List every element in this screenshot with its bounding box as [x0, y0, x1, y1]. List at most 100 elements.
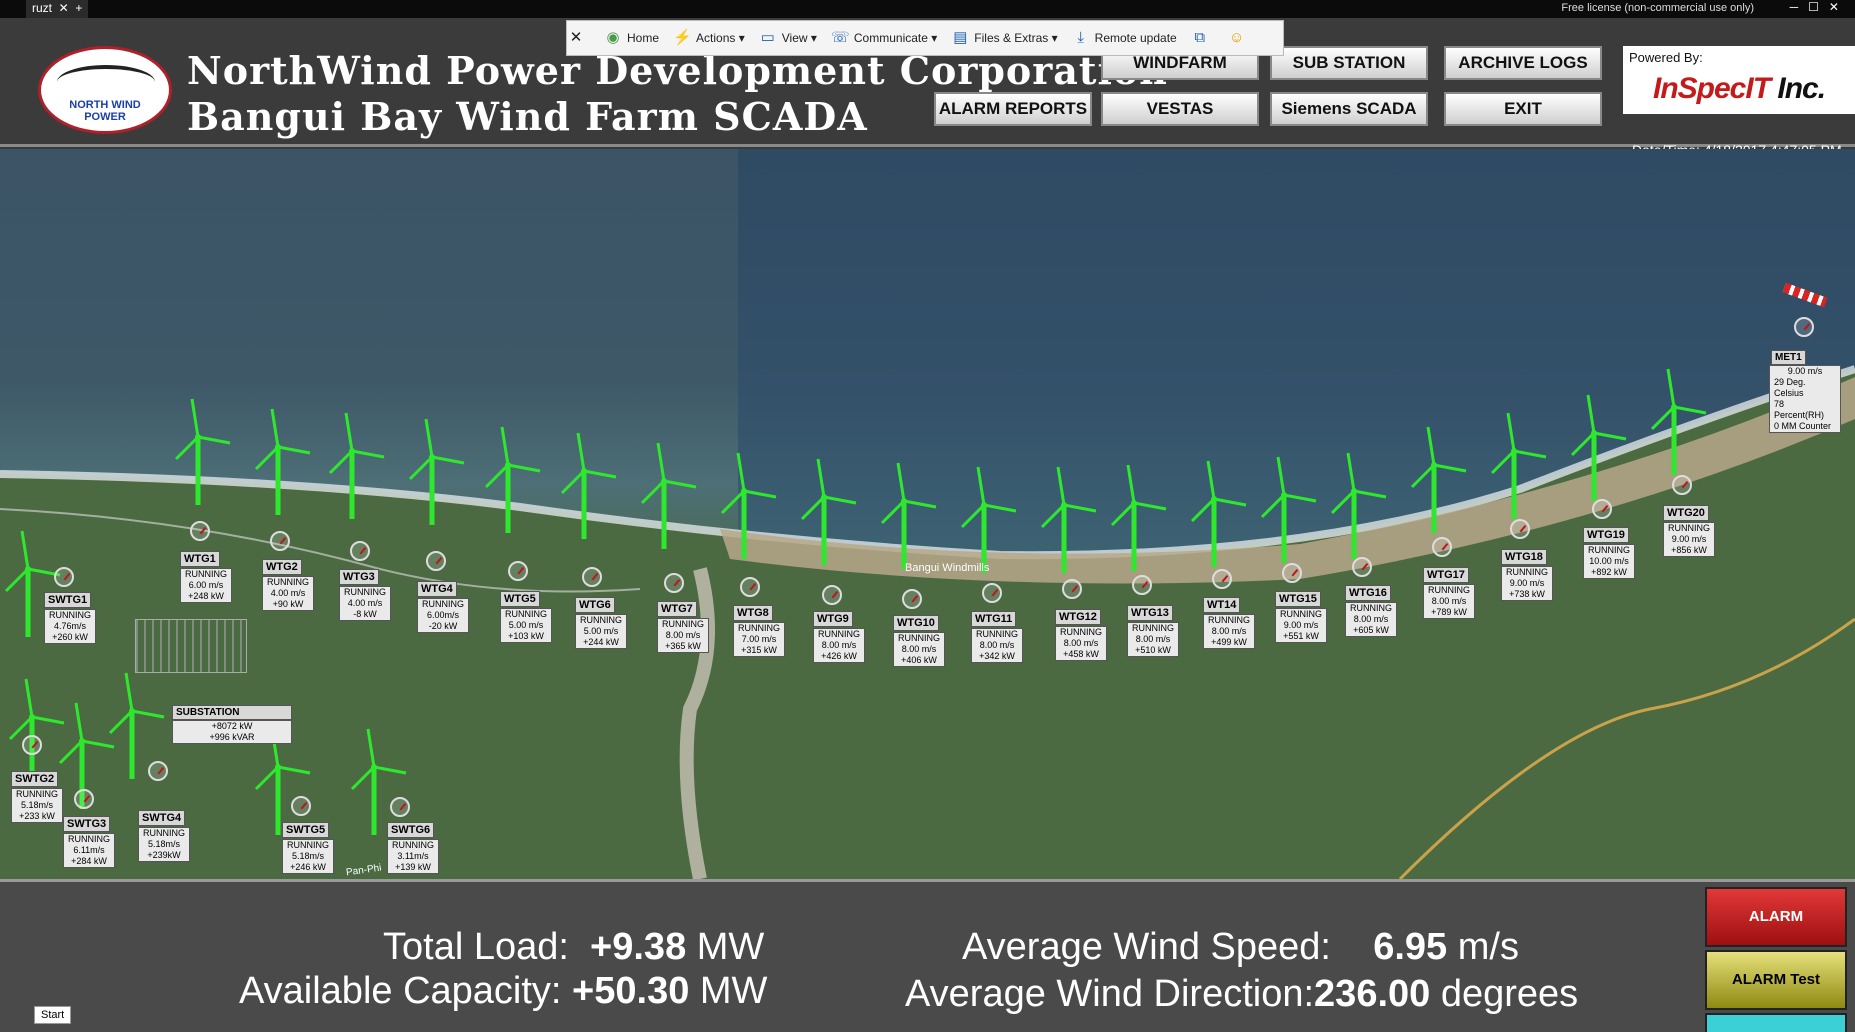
turbine-values: RUNNING 7.00 m/s +315 kW	[733, 622, 785, 657]
swtg1-direction-icon	[54, 567, 74, 587]
turbine-status: RUNNING	[49, 610, 91, 620]
toolbar-close[interactable]: ✕	[567, 29, 590, 47]
session-tab[interactable]: ruzt ✕ +	[26, 0, 89, 18]
turbine-status: RUNNING	[392, 840, 434, 850]
turbine-speed: 8.00 m/s	[1135, 634, 1171, 644]
exit-button[interactable]: EXIT	[1444, 92, 1602, 126]
wtg1-direction-icon	[190, 521, 210, 541]
toolbar-files[interactable]: ▤ Files & Extras ▾	[951, 29, 1057, 47]
wtg4-turbine-icon	[408, 418, 465, 525]
turbine-values: RUNNING 8.00 m/s +365 kW	[657, 618, 709, 653]
turbine-values: RUNNING 9.00 m/s +738 kW	[1501, 566, 1553, 601]
toolbar-communicate[interactable]: ☏ Communicate ▾	[831, 29, 937, 47]
turbine-values: RUNNING 6.00m/s -20 kW	[417, 598, 469, 633]
file-icon: ▤	[953, 29, 968, 46]
powered-by-panel: Powered By: InSpecIT Inc.	[1623, 46, 1855, 114]
toolbar-files-label: Files & Extras	[974, 31, 1049, 45]
toolbar-actions[interactable]: ⚡ Actions ▾	[673, 29, 745, 47]
turbine-power: +260 kW	[52, 632, 88, 642]
turbine-power: +284 kW	[71, 856, 107, 866]
logo-wave-icon	[57, 65, 155, 99]
wtg7-turbine-icon	[640, 442, 697, 549]
turbine-values: RUNNING 8.00 m/s +342 kW	[971, 628, 1023, 663]
alarm-reports-button[interactable]: ALARM REPORTS	[934, 92, 1092, 126]
wtg18-direction-icon	[1510, 519, 1530, 539]
logo-text-2: POWER	[84, 111, 126, 123]
window-controls[interactable]: ─☐✕	[1790, 0, 1849, 14]
substation-label: SUBSTATION	[172, 705, 292, 720]
logo-text-1: NORTH WIND	[69, 99, 141, 111]
wtg18-turbine-icon	[1490, 412, 1547, 519]
turbine-values: RUNNING 5.18m/s +246 kW	[282, 839, 334, 874]
avg-dir-unit: degrees	[1440, 973, 1579, 1015]
turbine-status: RUNNING	[1060, 627, 1102, 637]
siemens-scada-button[interactable]: Siemens SCADA	[1270, 92, 1428, 126]
substation-structure-icon	[135, 619, 247, 673]
turbine-status: RUNNING	[505, 609, 547, 619]
avg-dir-value: 236.00	[1314, 973, 1431, 1015]
wtg13-direction-icon	[1132, 575, 1152, 595]
vestas-button[interactable]: VESTAS	[1101, 92, 1259, 126]
turbine-speed: 4.00 m/s	[347, 598, 383, 608]
start-button[interactable]: Start	[34, 1006, 72, 1024]
toolbar-screens[interactable]: ⧉	[1191, 29, 1214, 47]
turbine-status: RUNNING	[1350, 603, 1392, 613]
turbine-speed: 5.00 m/s	[508, 620, 544, 630]
toolbar-actions-label: Actions	[696, 31, 736, 45]
met-values: 9.00 m/s 29 Deg. Celsius 78 Percent(RH) …	[1769, 365, 1841, 433]
wtg20-turbine-icon	[1650, 368, 1707, 475]
turbine-values: RUNNING 5.00 m/s +244 kW	[575, 614, 627, 649]
wtg13-turbine-icon	[1110, 464, 1167, 571]
turbine-values: RUNNING 8.00 m/s +426 kW	[813, 628, 865, 663]
wt14-turbine-icon	[1190, 460, 1247, 567]
toolbar-remote-update[interactable]: ⤓ Remote update	[1072, 29, 1177, 47]
turbine-status: RUNNING	[1428, 585, 1470, 595]
met-wind: 9.00 m/s	[1787, 366, 1823, 376]
turbine-label: WTG5	[500, 591, 540, 607]
remote-toolbar: ✕ ◉ Home ⚡ Actions ▾ ▭ View ▾ ☏ Communicate …	[566, 20, 1284, 56]
turbine-speed: 4.76m/s	[53, 621, 86, 631]
turbine-status: RUNNING	[1132, 623, 1174, 633]
turbine-values: RUNNING 8.00 m/s +605 kW	[1345, 602, 1397, 637]
wtg16-turbine-icon	[1330, 452, 1387, 559]
turbine-label: WTG6	[575, 597, 615, 613]
toolbar-update-label: Remote update	[1094, 31, 1177, 45]
toolbar-feedback[interactable]: ☺	[1228, 29, 1251, 47]
turbine-status: RUNNING	[898, 633, 940, 643]
monitor-icon: ▭	[760, 29, 775, 46]
alarm-extra-button[interactable]	[1705, 1013, 1847, 1032]
turbine-values: RUNNING 3.11m/s +139 kW	[387, 839, 439, 874]
toolbar-home[interactable]: ◉ Home	[604, 29, 659, 47]
alarm-test-button[interactable]: ALARM Test	[1705, 950, 1847, 1010]
turbine-speed: 8.00 m/s	[979, 640, 1015, 650]
wtg11-direction-icon	[982, 583, 1002, 603]
turbine-label: WTG13	[1127, 605, 1173, 621]
chat-icon: ☏	[830, 29, 850, 46]
substation-kw: +8072 kW	[211, 721, 253, 731]
turbine-label: WTG17	[1423, 567, 1469, 583]
turbine-power: +248 kW	[188, 591, 224, 601]
turbine-speed: 8.00 m/s	[1063, 638, 1099, 648]
alarm-button[interactable]: ALARM	[1705, 887, 1847, 947]
turbine-status: RUNNING	[287, 840, 329, 850]
windfarm-map: SWTG1 RUNNING 4.76m/s +260 kW SWTG2 RUNNING 5.…	[0, 149, 1855, 879]
swtg3-direction-icon	[74, 789, 94, 809]
met-temp-value: 29	[1774, 377, 1785, 387]
wtg16-direction-icon	[1352, 557, 1372, 577]
turbine-status: RUNNING	[580, 615, 622, 625]
wtg15-turbine-icon	[1260, 456, 1317, 563]
wtg10-direction-icon	[902, 589, 922, 609]
turbine-speed: 8.00 m/s	[901, 644, 937, 654]
met-mm-value: 0	[1774, 421, 1780, 431]
turbine-label: WT14	[1203, 597, 1241, 613]
turbine-power: +738 kW	[1509, 589, 1545, 599]
turbine-power: +510 kW	[1135, 645, 1171, 655]
turbine-speed: 4.00 m/s	[270, 588, 306, 598]
turbine-values: RUNNING 4.00 m/s +90 kW	[262, 576, 314, 611]
archive-logs-button[interactable]: ARCHIVE LOGS	[1444, 46, 1602, 80]
turbine-speed: 5.18m/s	[147, 839, 180, 849]
toolbar-view[interactable]: ▭ View ▾	[759, 29, 817, 47]
turbine-label: SWTG5	[282, 822, 330, 838]
turbine-values: RUNNING 4.00 m/s -8 kW	[339, 586, 391, 621]
substation-button[interactable]: SUB STATION	[1270, 46, 1428, 80]
